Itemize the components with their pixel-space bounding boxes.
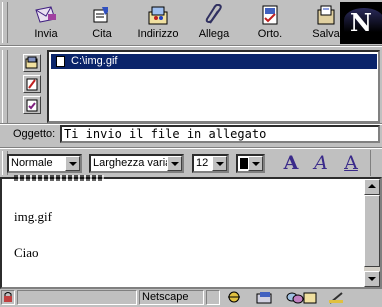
netscape-logo[interactable]: N <box>340 2 382 44</box>
status-text: Netscape <box>139 290 204 305</box>
address-button[interactable]: Indirizzo <box>134 2 182 44</box>
subject-input[interactable]: Ti invio il file in allegato <box>60 125 380 143</box>
attachment-item[interactable]: C:\img.gif <box>51 54 377 69</box>
font-select[interactable]: Larghezza varia <box>89 154 184 173</box>
file-icon <box>56 56 65 67</box>
scroll-thumb[interactable] <box>364 195 380 267</box>
paragraph-style-select[interactable]: Normale <box>7 154 82 173</box>
font-size-select[interactable]: 12 <box>192 154 229 173</box>
discussion-icon[interactable] <box>286 291 304 304</box>
send-icon <box>33 4 59 29</box>
chevron-down-icon <box>65 156 80 171</box>
navigator-icon[interactable] <box>226 291 242 304</box>
attachment-list[interactable]: C:\img.gif <box>47 50 380 123</box>
spelling-button[interactable]: Orto. <box>246 2 294 44</box>
paragraph-style-value: Normale <box>11 157 53 169</box>
attachment-path: C:\img.gif <box>71 55 118 67</box>
attach-label: Allega <box>198 28 230 40</box>
scroll-down-button[interactable] <box>364 271 380 287</box>
underline-button[interactable]: A <box>340 152 362 174</box>
attach-button[interactable]: Allega <box>190 2 238 44</box>
italic-button[interactable]: A <box>310 152 332 174</box>
vertical-scrollbar[interactable] <box>364 179 380 287</box>
toolbar-grip[interactable] <box>2 2 8 43</box>
logo-letter: N <box>350 8 372 37</box>
save-icon <box>315 4 337 29</box>
subject-separator <box>0 147 382 149</box>
send-label: Invia <box>34 28 58 40</box>
toolbar-separator <box>0 45 382 47</box>
security-status[interactable] <box>1 290 15 305</box>
lock-icon <box>4 292 12 302</box>
composer-icon[interactable] <box>328 291 344 304</box>
status-bar: Netscape <box>0 289 382 306</box>
message-body[interactable]: img.gif Ciao <box>0 175 382 289</box>
address-icon[interactable] <box>302 291 318 304</box>
body-line: Ciao <box>14 245 39 260</box>
quote-label: Cita <box>92 28 112 40</box>
mail-icon[interactable] <box>256 291 272 304</box>
body-line: img.gif <box>14 209 52 224</box>
toolbar: Invia Cita Indirizzo Allega Orto. Salva … <box>0 0 382 45</box>
status-separator-cell <box>206 290 220 305</box>
spelling-icon <box>259 4 281 29</box>
scroll-up-button[interactable] <box>364 179 380 195</box>
chevron-down-icon <box>212 156 227 171</box>
options-tab-button[interactable] <box>23 96 41 114</box>
quote-button[interactable]: Cita <box>78 2 126 44</box>
progress-area <box>17 290 137 305</box>
font-size-value: 12 <box>196 157 209 169</box>
format-overflow <box>370 150 382 176</box>
chevron-down-icon <box>248 156 263 171</box>
options-icon <box>26 99 38 112</box>
address-tab-button[interactable] <box>23 54 41 72</box>
subject-label: Oggetto: <box>13 128 56 140</box>
attach-icon <box>203 3 225 29</box>
address-label: Indirizzo <box>137 28 179 40</box>
partial-line <box>14 175 104 181</box>
paperclip-icon <box>26 78 38 91</box>
address-grip[interactable] <box>2 50 8 123</box>
chevron-down-icon <box>167 156 182 171</box>
spelling-label: Orto. <box>257 28 283 40</box>
send-button[interactable]: Invia <box>22 2 70 44</box>
font-value: Larghezza varia <box>93 157 172 169</box>
address-book-icon <box>145 4 171 29</box>
quote-icon <box>90 4 114 29</box>
address-card-icon <box>25 56 38 69</box>
decrease-font-button[interactable]: A <box>280 152 302 174</box>
text-color-select[interactable] <box>236 154 265 173</box>
attachments-tab-button[interactable] <box>23 75 41 93</box>
